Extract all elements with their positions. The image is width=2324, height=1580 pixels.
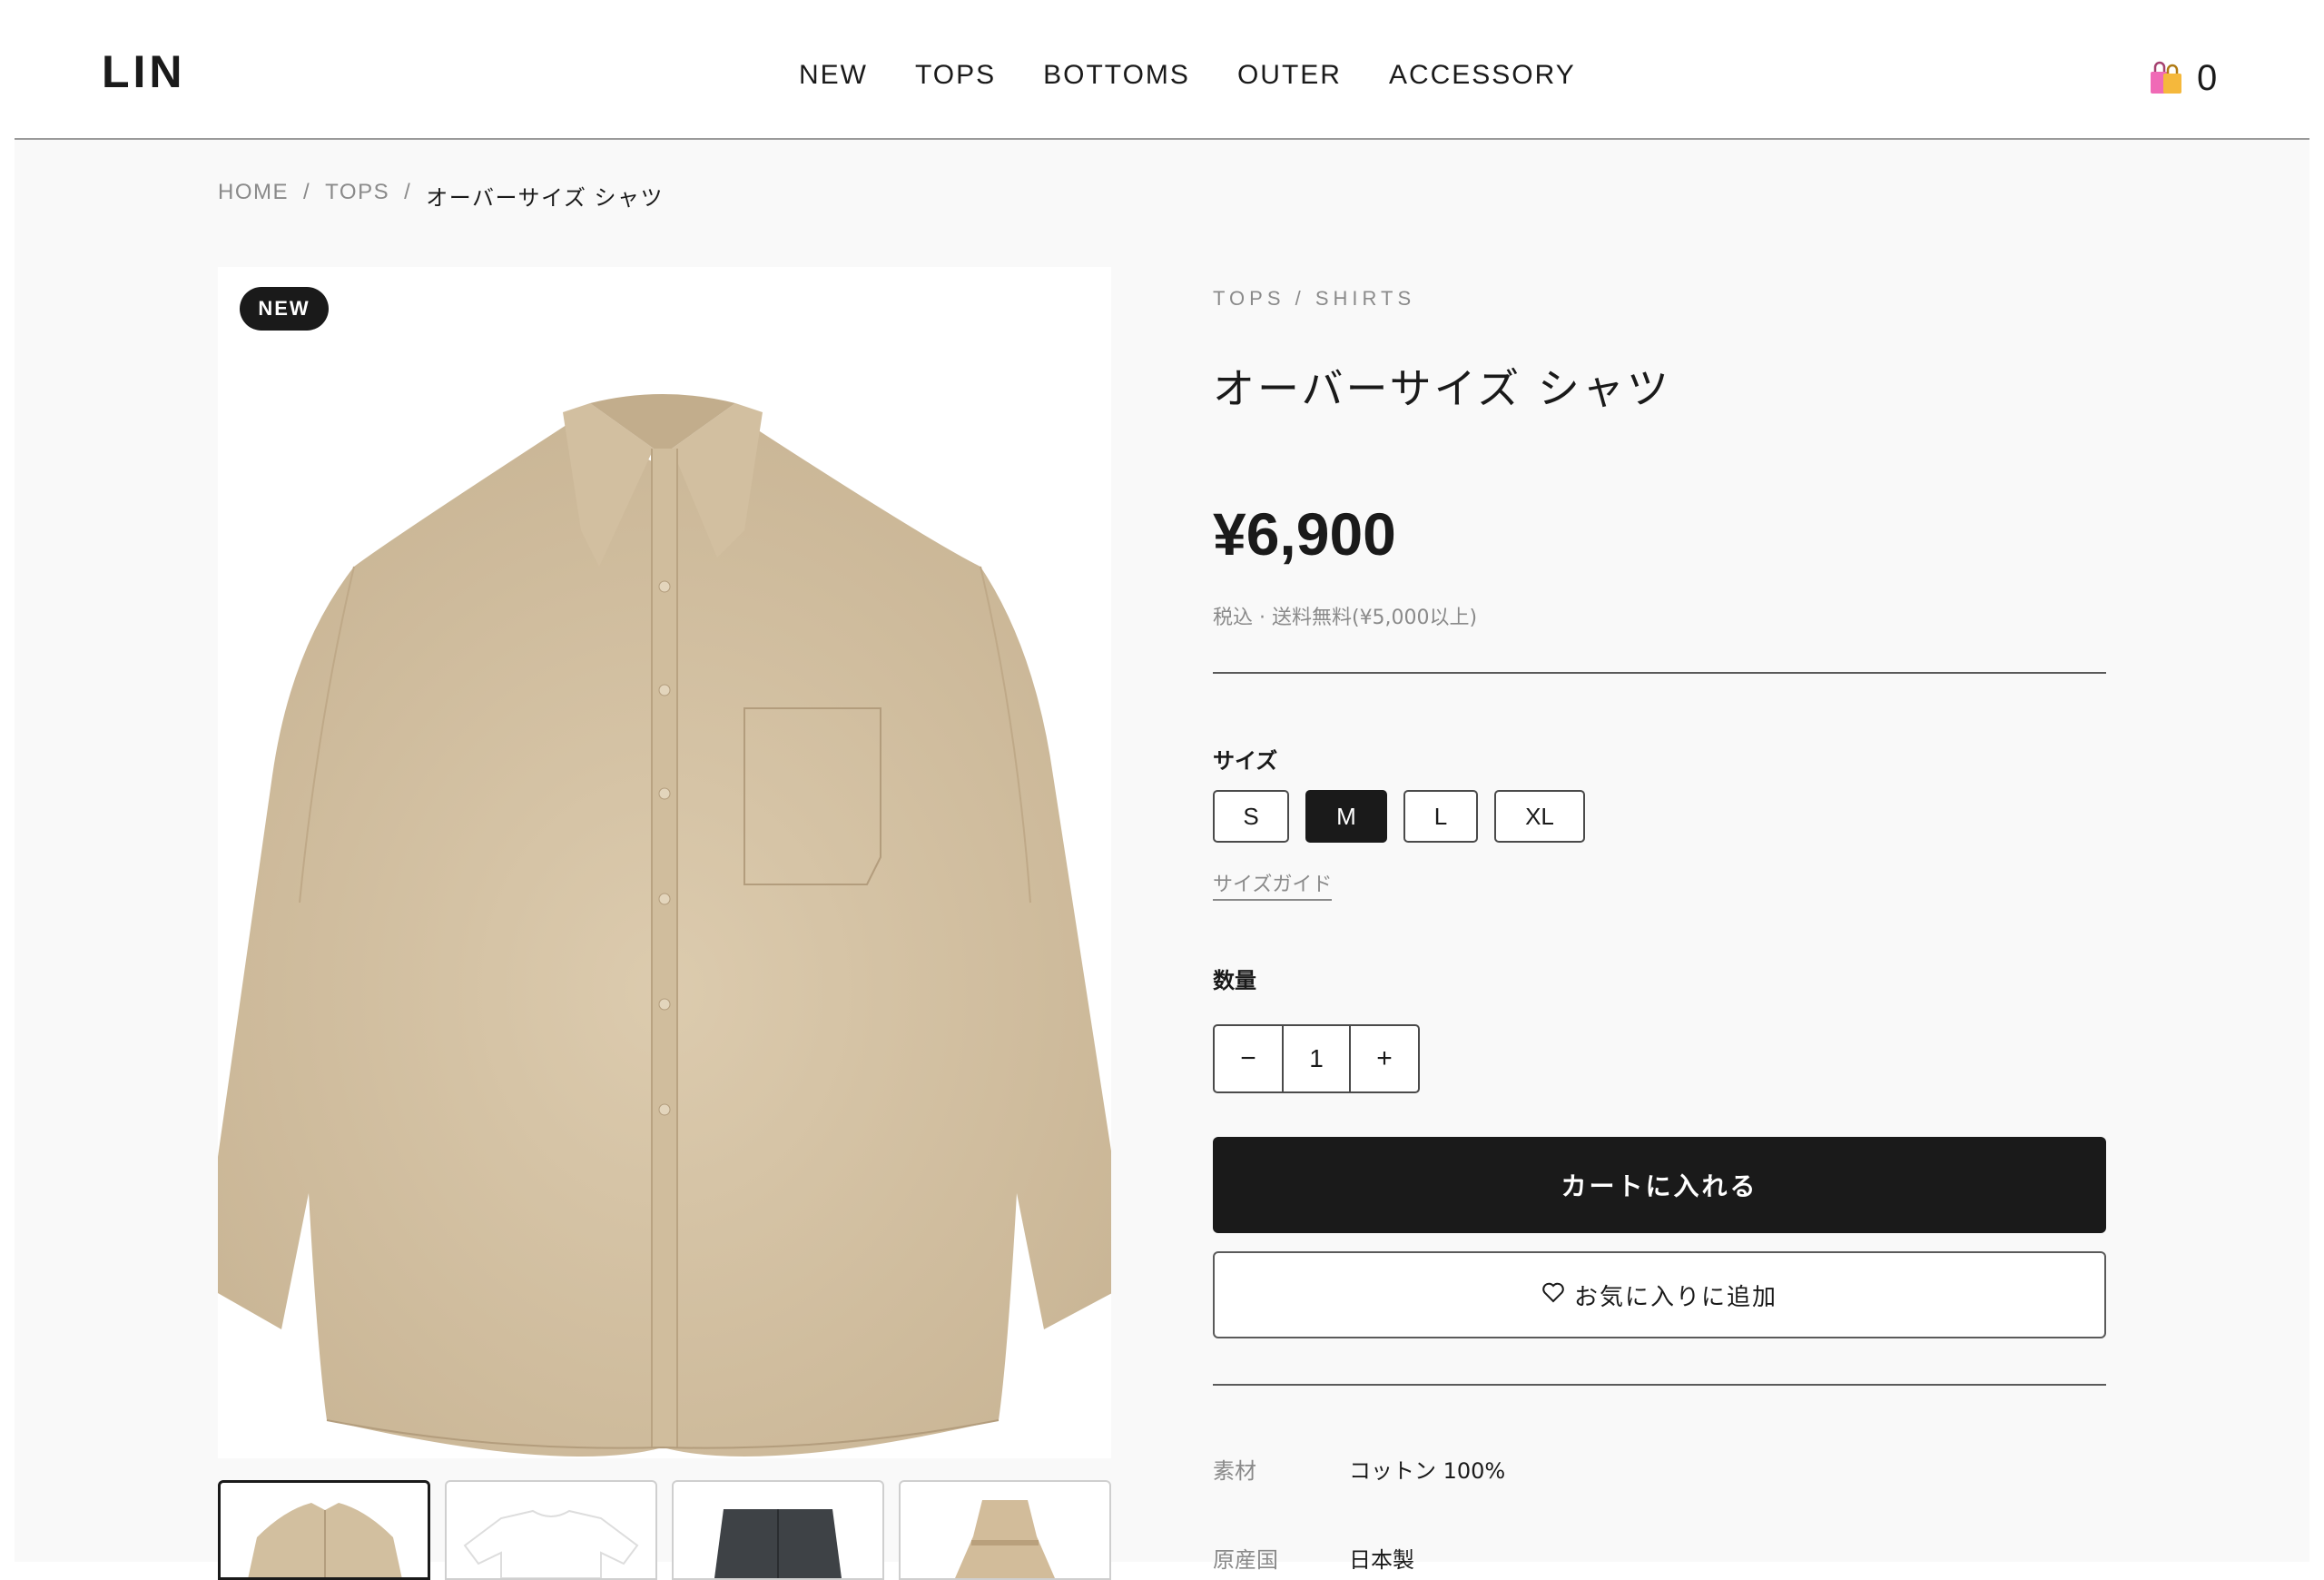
thumbnail-beige-dress[interactable] bbox=[899, 1480, 1111, 1580]
divider bbox=[1213, 1384, 2106, 1386]
product-price: ¥6,900 bbox=[1213, 500, 1396, 568]
site-header: LIN NEW TOPS BOTTOMS OUTER ACCESSORY 0 bbox=[15, 0, 2309, 140]
spec-key-origin: 原産国 bbox=[1213, 1547, 1278, 1573]
quantity-label: 数量 bbox=[1213, 968, 1256, 993]
size-option-xl[interactable]: XL bbox=[1494, 790, 1585, 843]
breadcrumb-tops[interactable]: TOPS bbox=[325, 180, 389, 212]
size-option-m[interactable]: M bbox=[1305, 790, 1387, 843]
quantity-stepper: − 1 + bbox=[1213, 1024, 1420, 1093]
tax-note: 税込 · 送料無料(¥5,000以上) bbox=[1213, 607, 1478, 629]
size-label: サイズ bbox=[1213, 748, 1278, 774]
add-to-favorites-button[interactable]: お気に入りに追加 bbox=[1213, 1251, 2106, 1338]
divider bbox=[1213, 672, 2106, 674]
new-badge: NEW bbox=[240, 287, 329, 331]
nav-outer[interactable]: OUTER bbox=[1237, 60, 1342, 91]
heart-icon bbox=[1541, 1281, 1565, 1309]
nav-accessory[interactable]: ACCESSORY bbox=[1389, 60, 1576, 91]
quantity-value[interactable]: 1 bbox=[1282, 1026, 1351, 1091]
breadcrumb-current: オーバーサイズ シャツ bbox=[426, 186, 664, 211]
breadcrumb-separator: / bbox=[303, 180, 311, 204]
cart-count: 0 bbox=[2197, 58, 2218, 98]
thumbnail-white-tshirt[interactable] bbox=[445, 1480, 657, 1580]
spec-key-material: 素材 bbox=[1213, 1458, 1256, 1484]
thumbnail-beige-shirt[interactable] bbox=[218, 1480, 430, 1580]
nav-new[interactable]: NEW bbox=[799, 60, 868, 91]
breadcrumb: HOME / TOPS / オーバーサイズ シャツ bbox=[218, 180, 664, 212]
size-option-l[interactable]: L bbox=[1403, 790, 1478, 843]
favorite-label: お気に入りに追加 bbox=[1573, 1283, 1777, 1311]
shopping-bags-icon bbox=[2148, 61, 2184, 97]
thumbnail-charcoal-pants[interactable] bbox=[672, 1480, 884, 1580]
product-category: TOPS / SHIRTS bbox=[1213, 287, 1416, 310]
size-selector: S M L XL bbox=[1213, 790, 1585, 843]
nav-bottoms[interactable]: BOTTOMS bbox=[1043, 60, 1190, 91]
product-title: オーバーサイズ シャツ bbox=[1213, 364, 1671, 413]
size-guide-link[interactable]: サイズガイド bbox=[1213, 868, 1333, 901]
site-logo[interactable]: LIN bbox=[102, 45, 186, 98]
spec-value-material: コットン 100% bbox=[1349, 1458, 1506, 1484]
product-main-image[interactable]: NEW bbox=[218, 267, 1111, 1458]
quantity-minus-button[interactable]: − bbox=[1215, 1026, 1282, 1091]
main-nav: NEW TOPS BOTTOMS OUTER ACCESSORY bbox=[799, 60, 1576, 91]
thumbnail-strip bbox=[218, 1480, 1111, 1580]
page-frame: LIN NEW TOPS BOTTOMS OUTER ACCESSORY 0 H… bbox=[15, 0, 2309, 1580]
breadcrumb-home[interactable]: HOME bbox=[218, 180, 289, 212]
size-option-s[interactable]: S bbox=[1213, 790, 1289, 843]
breadcrumb-separator: / bbox=[404, 180, 412, 204]
spec-value-origin: 日本製 bbox=[1349, 1547, 1414, 1573]
shirt-illustration bbox=[218, 394, 1111, 1457]
nav-tops[interactable]: TOPS bbox=[915, 60, 996, 91]
cart-button[interactable]: 0 bbox=[2148, 58, 2217, 99]
quantity-plus-button[interactable]: + bbox=[1351, 1026, 1418, 1091]
add-to-cart-button[interactable]: カートに入れる bbox=[1213, 1137, 2106, 1233]
